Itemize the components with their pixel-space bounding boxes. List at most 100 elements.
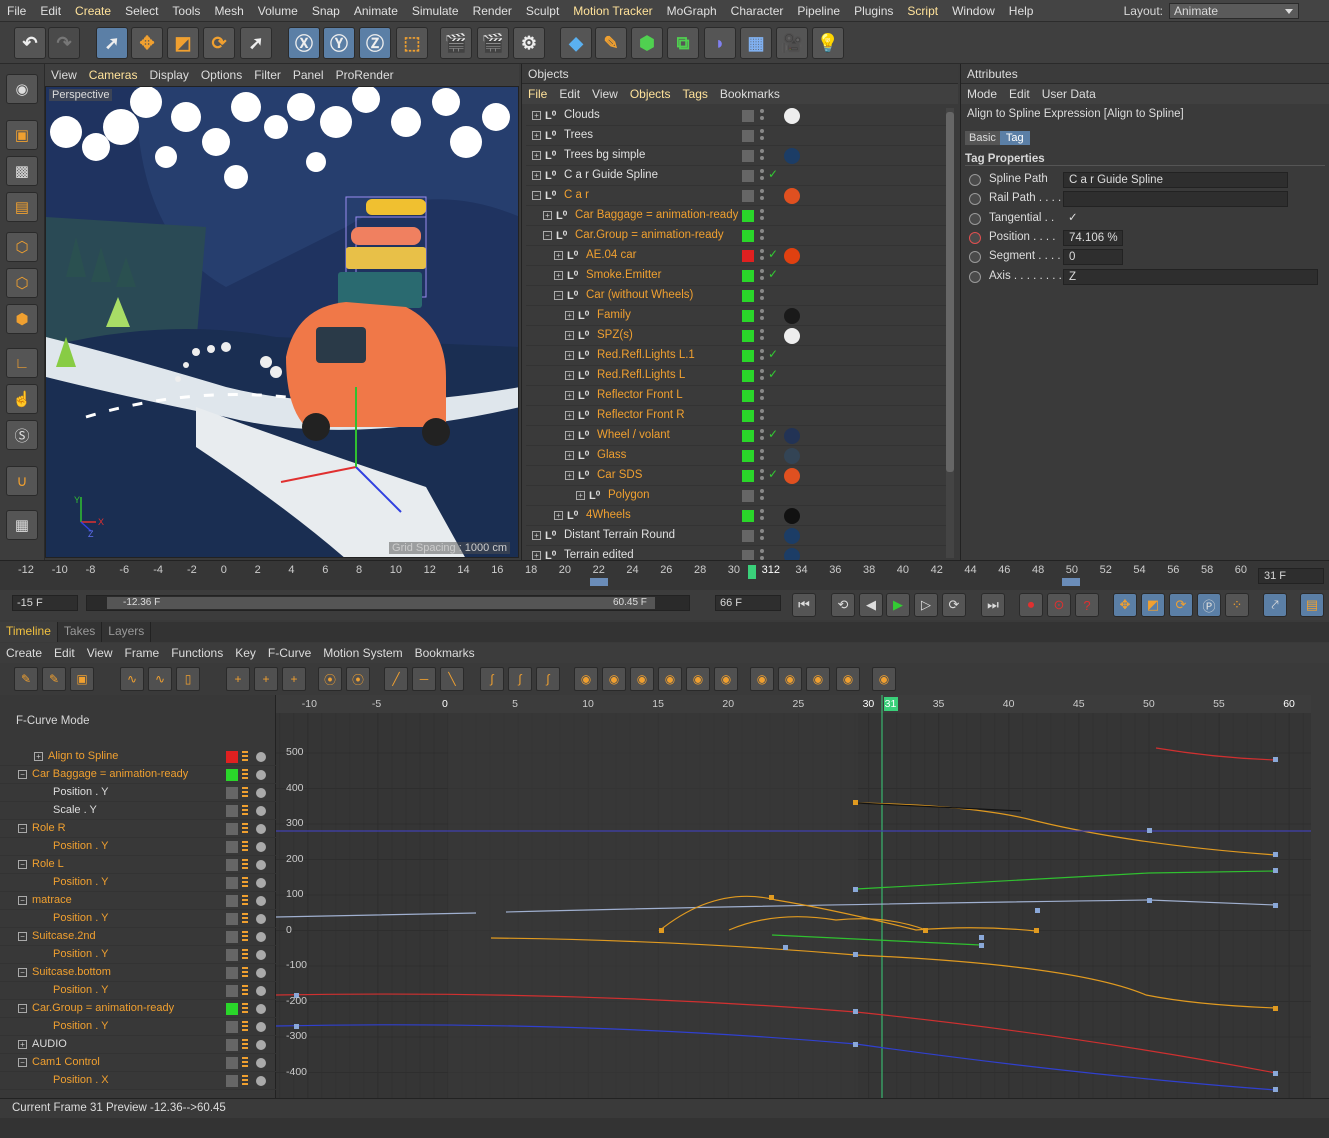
- current-frame-field[interactable]: 31 F: [1258, 568, 1324, 584]
- visibility-dots-icon[interactable]: [760, 509, 764, 523]
- expand-icon[interactable]: +: [565, 311, 574, 320]
- visibility-dots-icon[interactable]: [760, 169, 764, 183]
- texture-mode-icon[interactable]: ▩: [6, 156, 38, 186]
- object-row[interactable]: + L⁰ Reflector Front R: [526, 406, 946, 426]
- track-layer-swatch[interactable]: [226, 967, 238, 979]
- layer-color-swatch[interactable]: [742, 410, 754, 422]
- object-row[interactable]: − L⁰ Car (without Wheels): [526, 286, 946, 306]
- graph-scrollbar[interactable]: [1311, 695, 1329, 1098]
- timeline-tool-icon[interactable]: ◉: [836, 667, 860, 691]
- timeline-tool-icon[interactable]: ─: [412, 667, 436, 691]
- track-solo-icon[interactable]: [256, 1004, 266, 1014]
- move-tool-icon[interactable]: ✥: [131, 27, 163, 59]
- attribute-value[interactable]: C a r Guide Spline: [1063, 172, 1288, 188]
- menu-tools[interactable]: Tools: [165, 4, 207, 18]
- objects-menu-edit[interactable]: Edit: [553, 87, 586, 101]
- viewport-menu-cameras[interactable]: Cameras: [83, 68, 144, 82]
- material-tag-icon[interactable]: [784, 448, 800, 464]
- menu-window[interactable]: Window: [945, 4, 1002, 18]
- viewport-menu-options[interactable]: Options: [195, 68, 248, 82]
- attribute-value[interactable]: ✓: [1063, 211, 1083, 227]
- previous-key-icon[interactable]: ⟲: [831, 593, 855, 617]
- timeline-tool-icon[interactable]: ∿: [148, 667, 172, 691]
- track-solo-icon[interactable]: [256, 1076, 266, 1086]
- render-view-icon[interactable]: 🎬: [440, 27, 472, 59]
- expand-icon[interactable]: −: [18, 1058, 27, 1067]
- track-toggle-icon[interactable]: [242, 823, 248, 835]
- expand-icon[interactable]: +: [565, 371, 574, 380]
- enabled-check-icon[interactable]: ✓: [768, 267, 778, 281]
- layer-color-swatch[interactable]: [742, 170, 754, 182]
- polygons-mode-icon[interactable]: ⬢: [6, 304, 38, 334]
- object-row[interactable]: + L⁰ Car SDS ✓: [526, 466, 946, 486]
- fcurve-canvas[interactable]: [276, 695, 1311, 1098]
- attribute-value[interactable]: 0: [1063, 249, 1123, 266]
- menu-mograph[interactable]: MoGraph: [660, 4, 724, 18]
- track-toggle-icon[interactable]: [242, 787, 248, 799]
- track-solo-icon[interactable]: [256, 1040, 266, 1050]
- layer-color-swatch[interactable]: [742, 210, 754, 222]
- expand-icon[interactable]: −: [18, 896, 27, 905]
- track-row[interactable]: − Car Baggage = animation-ready: [0, 766, 276, 784]
- timeline-menu-key[interactable]: Key: [229, 646, 262, 660]
- select-tool-icon[interactable]: ➚: [96, 27, 128, 59]
- autokey-icon[interactable]: ⊙: [1047, 593, 1071, 617]
- layer-color-swatch[interactable]: [742, 530, 754, 542]
- layer-color-swatch[interactable]: [742, 490, 754, 502]
- track-toggle-icon[interactable]: [242, 985, 248, 997]
- track-toggle-icon[interactable]: [242, 931, 248, 943]
- track-solo-icon[interactable]: [256, 788, 266, 798]
- undo-icon[interactable]: ↶: [14, 27, 46, 59]
- key-scale-icon[interactable]: ◩: [1141, 593, 1165, 617]
- tab-takes[interactable]: Takes: [58, 622, 103, 642]
- visibility-dots-icon[interactable]: [760, 489, 764, 503]
- object-row[interactable]: + L⁰ Clouds: [526, 106, 946, 126]
- preview-start-handle[interactable]: [590, 578, 608, 586]
- timeline-tool-icon[interactable]: ╱: [384, 667, 408, 691]
- layer-color-swatch[interactable]: [742, 310, 754, 322]
- objects-scrollbar[interactable]: [946, 108, 954, 558]
- track-row[interactable]: Position . Y: [0, 874, 276, 892]
- tab-basic[interactable]: Basic: [965, 131, 1000, 145]
- layer-color-swatch[interactable]: [742, 430, 754, 442]
- layer-color-swatch[interactable]: [742, 370, 754, 382]
- layer-color-swatch[interactable]: [742, 130, 754, 142]
- track-layer-swatch[interactable]: [226, 805, 238, 817]
- render-picture-viewer-icon[interactable]: 🎬: [477, 27, 509, 59]
- layer-color-swatch[interactable]: [742, 110, 754, 122]
- objects-menu-objects[interactable]: Objects: [624, 87, 677, 101]
- track-row[interactable]: − Role L: [0, 856, 276, 874]
- track-row[interactable]: − matrace: [0, 892, 276, 910]
- solo-icon[interactable]: Ⓢ: [6, 420, 38, 450]
- track-solo-icon[interactable]: [256, 950, 266, 960]
- layer-color-swatch[interactable]: [742, 470, 754, 482]
- object-row[interactable]: + L⁰ AE.04 car ✓: [526, 246, 946, 266]
- expand-icon[interactable]: +: [532, 131, 541, 140]
- track-row[interactable]: − Suitcase.2nd: [0, 928, 276, 946]
- timeline-tool-icon[interactable]: ⦿: [346, 667, 370, 691]
- object-row[interactable]: + L⁰ Red.Refl.Lights L.1 ✓: [526, 346, 946, 366]
- material-tag-icon[interactable]: [784, 108, 800, 124]
- track-solo-icon[interactable]: [256, 878, 266, 888]
- viewport-menu-display[interactable]: Display: [143, 68, 194, 82]
- visibility-dots-icon[interactable]: [760, 409, 764, 423]
- track-row[interactable]: − Car.Group = animation-ready: [0, 1000, 276, 1018]
- track-layer-swatch[interactable]: [226, 1039, 238, 1051]
- light-icon[interactable]: 💡: [812, 27, 844, 59]
- material-tag-icon[interactable]: [784, 548, 800, 560]
- expand-icon[interactable]: −: [532, 191, 541, 200]
- track-layer-swatch[interactable]: [226, 895, 238, 907]
- track-layer-swatch[interactable]: [226, 787, 238, 799]
- pen-spline-icon[interactable]: ✎: [595, 27, 627, 59]
- track-solo-icon[interactable]: [256, 1058, 266, 1068]
- visibility-dots-icon[interactable]: [760, 449, 764, 463]
- timeline-tool-icon[interactable]: ▣: [70, 667, 94, 691]
- track-layer-swatch[interactable]: [226, 949, 238, 961]
- layer-color-swatch[interactable]: [742, 510, 754, 522]
- track-toggle-icon[interactable]: [242, 769, 248, 781]
- attributes-menu-mode[interactable]: Mode: [961, 87, 1003, 101]
- track-toggle-icon[interactable]: [242, 913, 248, 925]
- y-axis-icon[interactable]: Ⓨ: [323, 27, 355, 59]
- track-toggle-icon[interactable]: [242, 1057, 248, 1069]
- objects-menu-file[interactable]: File: [522, 87, 553, 101]
